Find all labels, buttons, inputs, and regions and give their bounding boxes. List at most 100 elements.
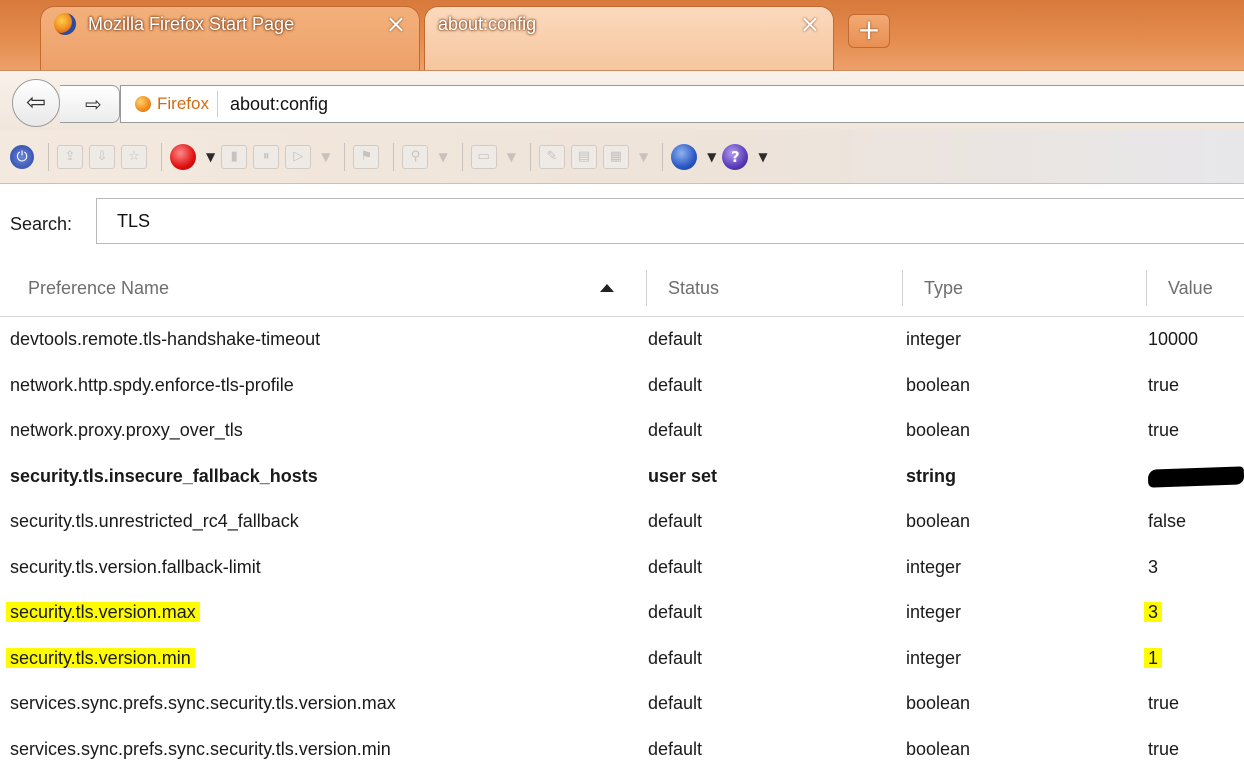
redaction-mark — [1148, 466, 1244, 487]
url-bar[interactable]: Firefox about:config — [120, 85, 1244, 123]
preference-value-redacted — [1148, 454, 1244, 500]
addon-toolbar: ⏻ ⇪ ⇩ ☆ ▼ ▮ ⏸ ▷ ▼ ⚑ ⚲ ▼ ▭ ▼ ✎ ▤ ▦ ▼ ▼ ? … — [0, 130, 1244, 184]
table-row[interactable]: security.tls.version.fallback-limit defa… — [0, 545, 1244, 591]
preference-value: true — [1148, 727, 1179, 772]
import-icon: ⇩ — [89, 145, 115, 169]
preference-status: default — [648, 408, 702, 454]
toolbar-separator — [530, 143, 531, 171]
highlighted-text: 3 — [1144, 602, 1162, 622]
preference-type: boolean — [906, 727, 970, 772]
preference-type: boolean — [906, 499, 970, 545]
preference-value: 3 — [1148, 545, 1158, 591]
table-row[interactable]: services.sync.prefs.sync.security.tls.ve… — [0, 727, 1244, 772]
back-button[interactable]: ⇦ — [12, 79, 60, 127]
plus-icon: + — [857, 13, 880, 46]
tab-label: Mozilla Firefox Start Page — [88, 14, 294, 35]
record-icon[interactable] — [170, 144, 196, 170]
preference-type: integer — [906, 636, 961, 682]
column-divider[interactable] — [1146, 270, 1147, 306]
preference-status: default — [648, 317, 702, 363]
chevron-down-icon[interactable]: ▼ — [758, 150, 767, 164]
preference-value: 3 — [1148, 590, 1162, 636]
chevron-down-icon[interactable]: ▼ — [206, 150, 215, 164]
search-input[interactable] — [96, 198, 1244, 244]
globe-icon[interactable] — [671, 144, 697, 170]
preference-status: default — [648, 636, 702, 682]
close-icon[interactable]: × — [800, 12, 820, 36]
close-icon[interactable]: × — [386, 12, 406, 36]
table-row[interactable]: security.tls.version.min default integer… — [0, 636, 1244, 682]
preference-value: 1 — [1148, 636, 1162, 682]
preference-name: services.sync.prefs.sync.security.tls.ve… — [10, 681, 396, 727]
highlighted-text: 1 — [1144, 648, 1162, 668]
column-header-type[interactable]: Type — [924, 260, 963, 316]
tab-start-page[interactable]: Mozilla Firefox Start Page × — [40, 6, 420, 70]
navigation-bar: ⇦ ⇨ Firefox about:config — [0, 70, 1244, 131]
preference-type: boolean — [906, 363, 970, 409]
tab-strip: Mozilla Firefox Start Page × about:confi… — [0, 0, 1244, 70]
preference-type: integer — [906, 545, 961, 591]
table-row[interactable]: security.tls.insecure_fallback_hosts use… — [0, 454, 1244, 500]
preference-name: services.sync.prefs.sync.security.tls.ve… — [10, 727, 391, 772]
preference-name: security.tls.version.min — [10, 636, 195, 682]
preference-type: string — [906, 454, 956, 500]
power-icon[interactable]: ⏻ — [10, 145, 34, 169]
toolbar-separator — [462, 143, 463, 171]
preference-status: default — [648, 545, 702, 591]
table-row[interactable]: security.tls.unrestricted_rc4_fallback d… — [0, 499, 1244, 545]
column-header-value[interactable]: Value — [1168, 260, 1213, 316]
column-divider[interactable] — [902, 270, 903, 306]
preference-type: integer — [906, 590, 961, 636]
chevron-down-icon: ▼ — [639, 150, 648, 164]
pause-icon: ⏸ — [253, 145, 279, 169]
stop-icon: ▮ — [221, 145, 247, 169]
preference-status: user set — [648, 454, 717, 500]
toolbar-separator — [344, 143, 345, 171]
preference-name: security.tls.unrestricted_rc4_fallback — [10, 499, 299, 545]
site-identity[interactable]: Firefox — [121, 91, 218, 117]
preference-status: default — [648, 727, 702, 772]
toolbar-separator — [161, 143, 162, 171]
table-row[interactable]: security.tls.version.max default integer… — [0, 590, 1244, 636]
zoom-icon: ⚲ — [402, 145, 428, 169]
column-header-preference-name[interactable]: Preference Name — [28, 260, 169, 316]
column-divider[interactable] — [646, 270, 647, 306]
flag-icon: ⚑ — [353, 145, 379, 169]
preference-name: network.proxy.proxy_over_tls — [10, 408, 243, 454]
highlighted-text: security.tls.version.max — [6, 602, 200, 622]
star-icon: ☆ — [121, 145, 147, 169]
forward-button[interactable]: ⇨ — [60, 85, 120, 123]
url-text[interactable]: about:config — [218, 94, 328, 115]
table-row[interactable]: devtools.remote.tls-handshake-timeout de… — [0, 317, 1244, 363]
preference-type: boolean — [906, 408, 970, 454]
preferences-table: Preference Name Status Type Value devtoo… — [0, 260, 1244, 772]
tab-about-config[interactable]: about:config × — [424, 6, 834, 70]
chevron-down-icon: ▼ — [438, 150, 447, 164]
preference-value: 10000 — [1148, 317, 1198, 363]
preference-status: default — [648, 499, 702, 545]
new-tab-button[interactable]: + — [848, 14, 890, 48]
tab-label: about:config — [438, 14, 536, 35]
chevron-down-icon: ▼ — [321, 150, 330, 164]
preference-name: network.http.spdy.enforce-tls-profile — [10, 363, 294, 409]
chevron-down-icon[interactable]: ▼ — [707, 150, 716, 164]
forward-arrow-icon: ⇨ — [85, 92, 102, 116]
firefox-logo-icon — [54, 13, 76, 35]
table-row[interactable]: services.sync.prefs.sync.security.tls.ve… — [0, 681, 1244, 727]
table-header: Preference Name Status Type Value — [0, 260, 1244, 317]
table-row[interactable]: network.proxy.proxy_over_tls default boo… — [0, 408, 1244, 454]
column-header-status[interactable]: Status — [668, 260, 719, 316]
table-row[interactable]: network.http.spdy.enforce-tls-profile de… — [0, 363, 1244, 409]
play-icon: ▷ — [285, 145, 311, 169]
preference-status: default — [648, 363, 702, 409]
help-icon[interactable]: ? — [722, 144, 748, 170]
preference-status: default — [648, 590, 702, 636]
calendar-icon: ▦ — [603, 145, 629, 169]
back-arrow-icon: ⇦ — [26, 88, 46, 116]
preference-value: true — [1148, 408, 1179, 454]
document-icon: ▤ — [571, 145, 597, 169]
preference-type: boolean — [906, 681, 970, 727]
export-icon: ⇪ — [57, 145, 83, 169]
preference-value: true — [1148, 363, 1179, 409]
preference-value: true — [1148, 681, 1179, 727]
